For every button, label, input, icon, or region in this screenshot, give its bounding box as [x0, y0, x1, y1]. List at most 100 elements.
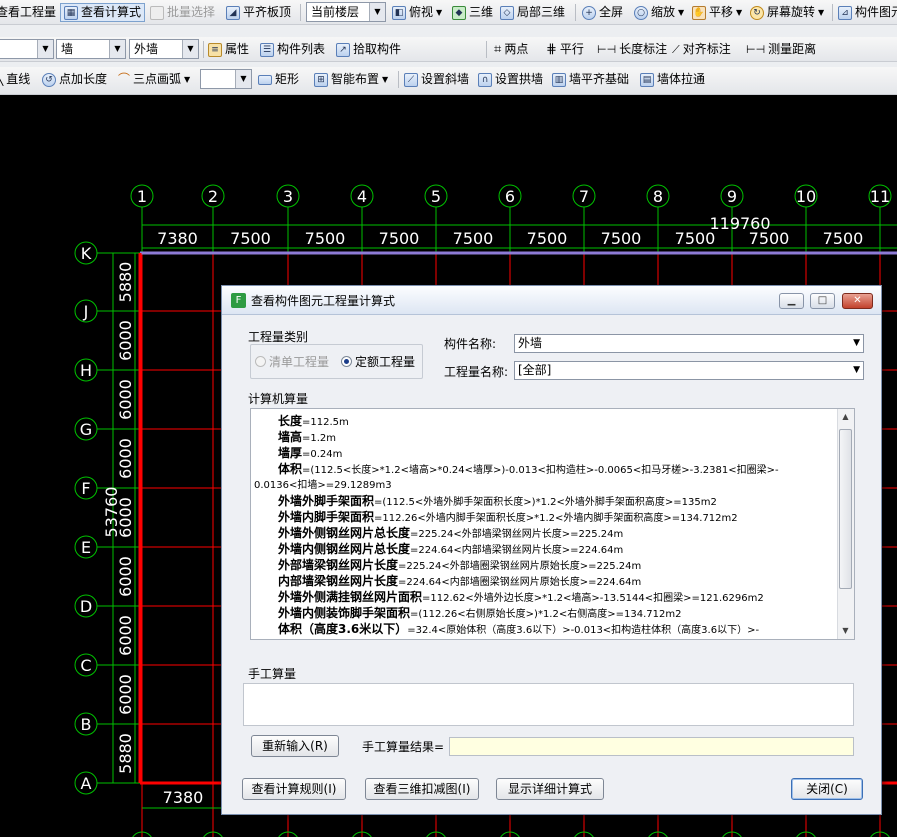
computer-calc-textarea[interactable]: 长度=112.5m 墙高=1.2m 墙厚=0.24m 体积=(112.5<长度>*1.…	[250, 408, 855, 640]
show-detail-button[interactable]: 显示详细计算式	[496, 778, 604, 800]
parallel-button[interactable]: ⋕ 平行	[546, 40, 584, 59]
calc-line: 外墙内侧钢丝网片总长度=224.64<内部墙梁钢丝网片长度>=224.64m	[278, 540, 623, 557]
qty-name-combo[interactable]: [全部] ▼	[514, 361, 864, 380]
align-slab-top-button[interactable]: ◢ 平齐板顶	[226, 3, 291, 22]
qty-name-combo-value: [全部]	[518, 363, 552, 377]
chevron-down-icon: ▼	[818, 8, 825, 17]
local-3d-button[interactable]: ◇ 局部三维	[500, 3, 565, 22]
cube-3d-icon: ◆	[452, 5, 466, 20]
radio-bill-qty[interactable]: 清单工程量	[255, 353, 329, 370]
pick-component-button[interactable]: ↗ 拾取构件	[336, 40, 401, 59]
toolbar-separator	[575, 4, 576, 21]
component-type-value: 墙	[61, 42, 74, 56]
minimize-button[interactable]: ▁	[779, 293, 804, 309]
view-quantity-button[interactable]: 查看工程量	[0, 3, 56, 22]
wall-align-base-button[interactable]: ▥ 墙平齐基础	[552, 70, 629, 89]
zoom-button[interactable]: ○ 缩放 ▼	[634, 3, 684, 22]
axis-label-col: 11	[870, 187, 890, 206]
measure-distance-button[interactable]: ⊢⊣ 测量距离	[746, 40, 816, 59]
toolbar-separator	[203, 41, 204, 58]
set-slope-wall-button[interactable]: ⟋ 设置斜墙	[404, 70, 469, 89]
rectangle-button[interactable]: 矩形	[258, 70, 299, 89]
dim-label-col-total: 119760	[709, 214, 770, 233]
component-view-button[interactable]: ⊿构件图元	[838, 3, 897, 22]
calc-line: 体积=(112.5<长度>*1.2<墙高>*0.24<墙厚>)-0.013<扣构…	[278, 460, 779, 477]
manual-calc-input[interactable]	[243, 683, 854, 726]
radio-bill-dot	[255, 356, 266, 367]
dim-label-col-span: 7500	[453, 229, 494, 248]
scroll-up-icon[interactable]: ▲	[838, 409, 853, 425]
floor-select[interactable]: 当前楼层 ▼	[306, 2, 386, 22]
computer-calc-label: 计算机算量	[248, 392, 309, 406]
properties-button[interactable]: ≡ 属性	[208, 40, 249, 59]
smart-layout-button[interactable]: ⊞ 智能布置 ▼	[314, 70, 388, 89]
pick-icon: ↗	[336, 42, 350, 57]
view-formula-label: 查看计算式	[81, 5, 142, 19]
axis-label-row: A	[81, 774, 92, 793]
component-name-value: 外墙	[134, 42, 159, 56]
plan-view-button[interactable]: ◧ 俯视 ▼	[392, 3, 442, 22]
set-arch-wall-button[interactable]: ∩ 设置拱墙	[478, 70, 543, 89]
qty-type-label: 工程量类别	[248, 330, 309, 344]
arc-mode-select[interactable]: ▼	[200, 69, 252, 89]
maximize-button[interactable]: □	[810, 293, 835, 309]
line-button[interactable]: ╲直线	[0, 70, 30, 89]
view-3d-label: 三维	[469, 5, 494, 19]
calc-line-name: 外墙内脚手架面积	[278, 510, 375, 524]
pan-button[interactable]: ✋ 平移 ▼	[692, 3, 742, 22]
calc-line-name: 外墙外侧满挂钢丝网片面积	[278, 590, 423, 604]
pick-component-label: 拾取构件	[353, 42, 402, 56]
reinput-button[interactable]: 重新输入(R)	[251, 735, 339, 757]
component-name-select[interactable]: 外墙 ▼	[129, 39, 199, 59]
three-point-arc-button[interactable]: ⌒ 三点画弧 ▼	[118, 70, 190, 89]
length-label-text: 长度标注	[619, 42, 668, 56]
calc-line: 外部墙梁钢丝网片长度=225.24<外部墙圈梁钢丝网片原始长度>=225.24m	[278, 556, 641, 573]
close-window-button[interactable]: ✕	[842, 293, 873, 309]
component-name-label: 构件名称:	[444, 337, 497, 351]
component-list-button[interactable]: ☰ 构件列表	[260, 40, 325, 59]
full-view-button[interactable]: + 全屏	[582, 3, 623, 22]
manual-result-field[interactable]	[449, 737, 854, 756]
batch-select-button[interactable]: 批量选择	[150, 3, 215, 22]
scroll-thumb[interactable]	[839, 429, 852, 589]
dim-label-row-span: 6000	[116, 556, 135, 597]
toolbar-separator	[486, 41, 487, 58]
calc-line-expr: =112.26<外墙内脚手架面积长度>*1.2<外墙内脚手架面积高度>=134.…	[374, 513, 738, 524]
calc-line-expr: =225.24<外部墙圈梁钢丝网片原始长度>=225.24m	[398, 561, 642, 572]
arch-wall-icon: ∩	[478, 72, 492, 87]
component-list-label: 构件列表	[277, 42, 326, 56]
axis-label-col: 3	[283, 187, 293, 206]
aligned-label-button[interactable]: ⟋ 对齐标注	[672, 40, 731, 59]
point-length-button[interactable]: ↺ 点加长度	[42, 70, 107, 89]
manual-result-label: 手工算量结果=	[362, 740, 445, 754]
view-3d-button[interactable]: ◆ 三维	[452, 3, 493, 22]
view-3d-deduct-button[interactable]: 查看三维扣减图(I)	[365, 778, 479, 800]
wall-stretch-button[interactable]: ▤ 墙体拉通	[640, 70, 705, 89]
scroll-down-icon[interactable]: ▼	[838, 623, 853, 639]
dialog-titlebar[interactable]: F 查看构件图元工程量计算式 ▁ □ ✕	[222, 286, 881, 315]
calc-line-name: 墙厚	[278, 446, 303, 460]
axis-label-col: 8	[653, 187, 663, 206]
calc-line-expr: =1.2m	[302, 433, 337, 444]
main-toolbar: 查看工程量 ▦ 查看计算式 批量选择 ◢ 平齐板顶 当前楼层 ▼ ◧ 俯视 ▼ ◆ 三维 ◇…	[0, 0, 897, 25]
parallel-icon: ⋕	[546, 42, 557, 57]
manual-calc-label: 手工算量	[248, 667, 297, 681]
category-select[interactable]: ▼	[0, 39, 54, 59]
chevron-down-icon: ▼	[109, 40, 125, 58]
component-name-combo[interactable]: 外墙 ▼	[514, 334, 864, 353]
two-points-button[interactable]: ⌗ 两点	[494, 40, 528, 59]
aligned-label-text: 对齐标注	[682, 42, 731, 56]
dim-label-col-span: 7500	[527, 229, 568, 248]
close-button[interactable]: 关闭(C)	[791, 778, 863, 800]
calc-scrollbar[interactable]: ▲ ▼	[837, 409, 854, 639]
dim-label-row-span: 6000	[116, 379, 135, 420]
view-formula-button[interactable]: ▦ 查看计算式	[60, 3, 146, 22]
radio-norm-qty[interactable]: 定额工程量	[341, 353, 415, 370]
smart-layout-icon: ⊞	[314, 72, 328, 87]
axis-label-row: G	[80, 420, 92, 439]
length-label-button[interactable]: ⊢⊣ 长度标注	[597, 40, 667, 59]
toolbar-gap	[0, 25, 897, 37]
component-type-select[interactable]: 墙 ▼	[56, 39, 126, 59]
view-rules-button[interactable]: 查看计算规则(I)	[242, 778, 346, 800]
rotate-screen-button[interactable]: ↻ 屏幕旋转 ▼	[750, 3, 824, 22]
